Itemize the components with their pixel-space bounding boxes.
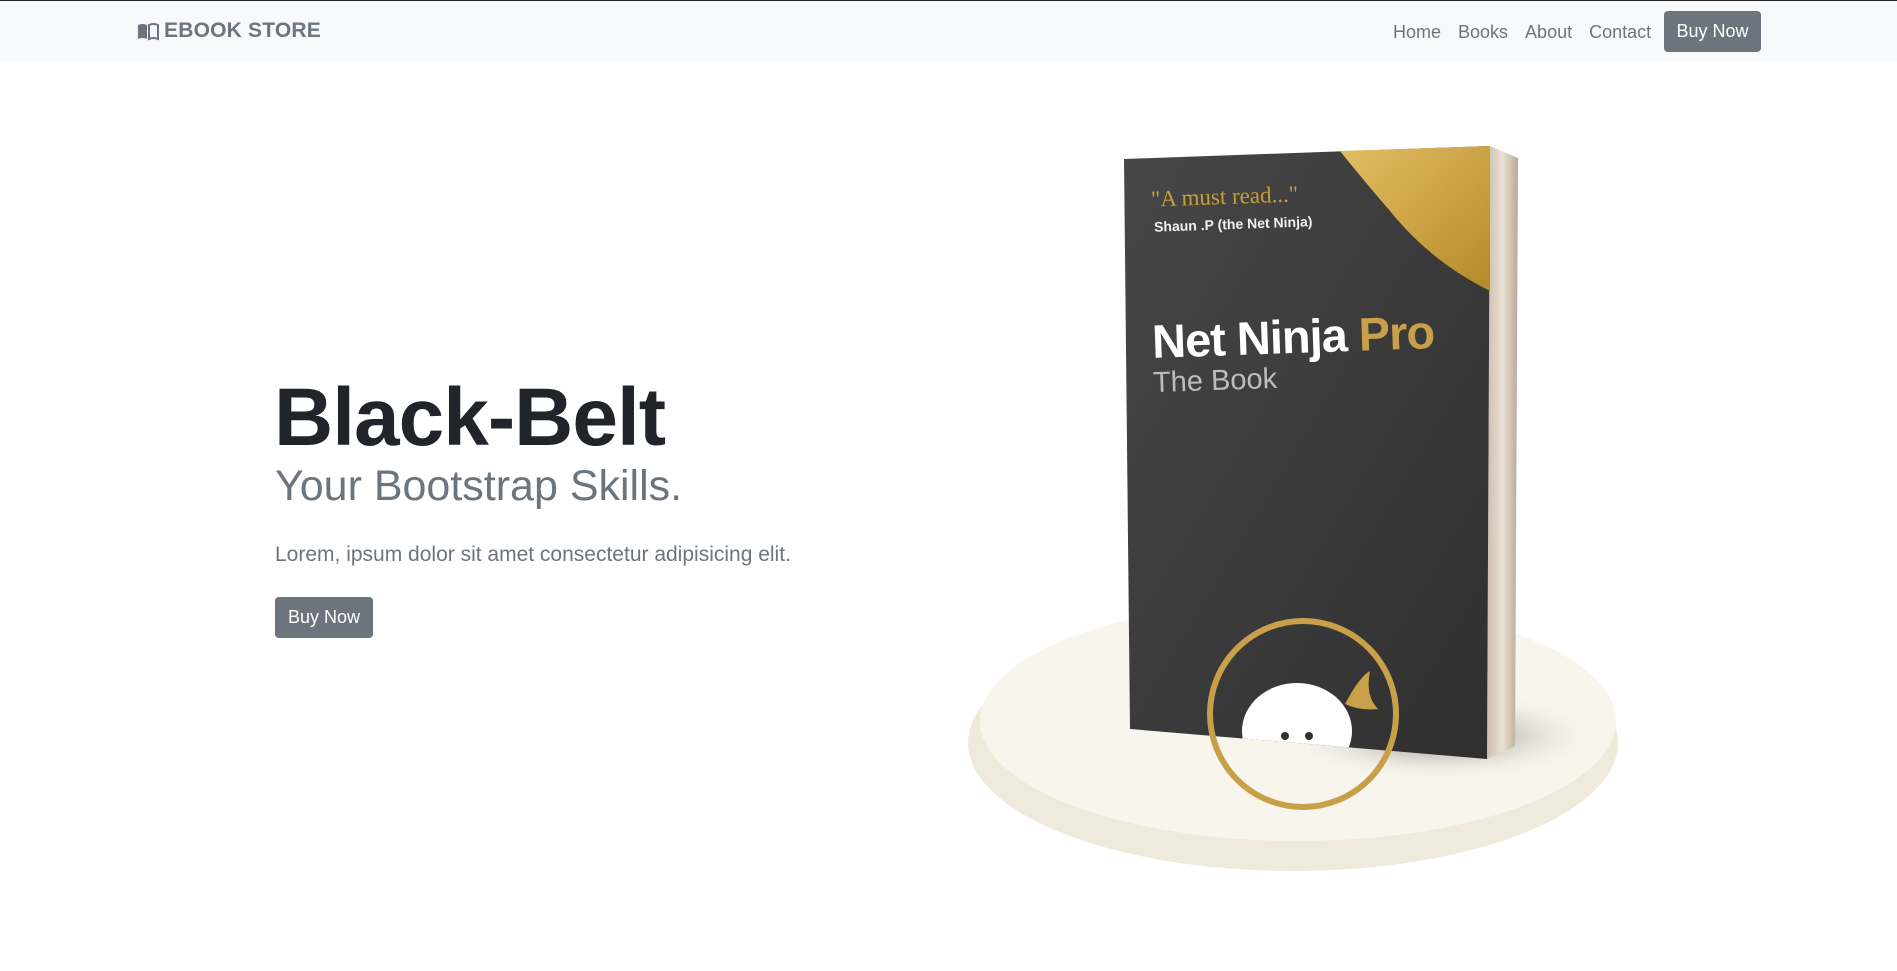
hero-subtitle: Your Bootstrap Skills.	[275, 462, 683, 510]
book-title-main: Net Ninja	[1151, 308, 1348, 368]
hero-title: Black-Belt	[274, 372, 666, 463]
brand-text: EBOOK STORE	[164, 19, 322, 42]
nav-link-books[interactable]: Books	[1458, 22, 1508, 43]
book-title: Net Ninja Pro	[1151, 304, 1435, 369]
book-pages	[1487, 146, 1518, 759]
nav-link-home[interactable]: Home	[1393, 22, 1441, 43]
nav-links: Home Books About Contact	[1393, 22, 1668, 43]
book-quote: "A must read..."	[1150, 181, 1299, 212]
hero-lead-text: Lorem, ipsum dolor sit amet consectetur …	[275, 543, 791, 566]
nav-link-about[interactable]: About	[1525, 22, 1572, 43]
nav-link-contact[interactable]: Contact	[1589, 22, 1651, 43]
book-subtitle: The Book	[1152, 362, 1278, 400]
open-book-icon	[137, 22, 159, 41]
book-illustration	[960, 131, 1620, 871]
navbar-buy-now-button[interactable]: Buy Now	[1664, 11, 1761, 52]
navbar: EBOOK STORE Home Books About Contact Buy…	[0, 1, 1897, 62]
hero-buy-now-button[interactable]: Buy Now	[275, 597, 373, 638]
brand-link[interactable]: EBOOK STORE	[137, 19, 321, 43]
book-title-pro: Pro	[1357, 305, 1435, 361]
